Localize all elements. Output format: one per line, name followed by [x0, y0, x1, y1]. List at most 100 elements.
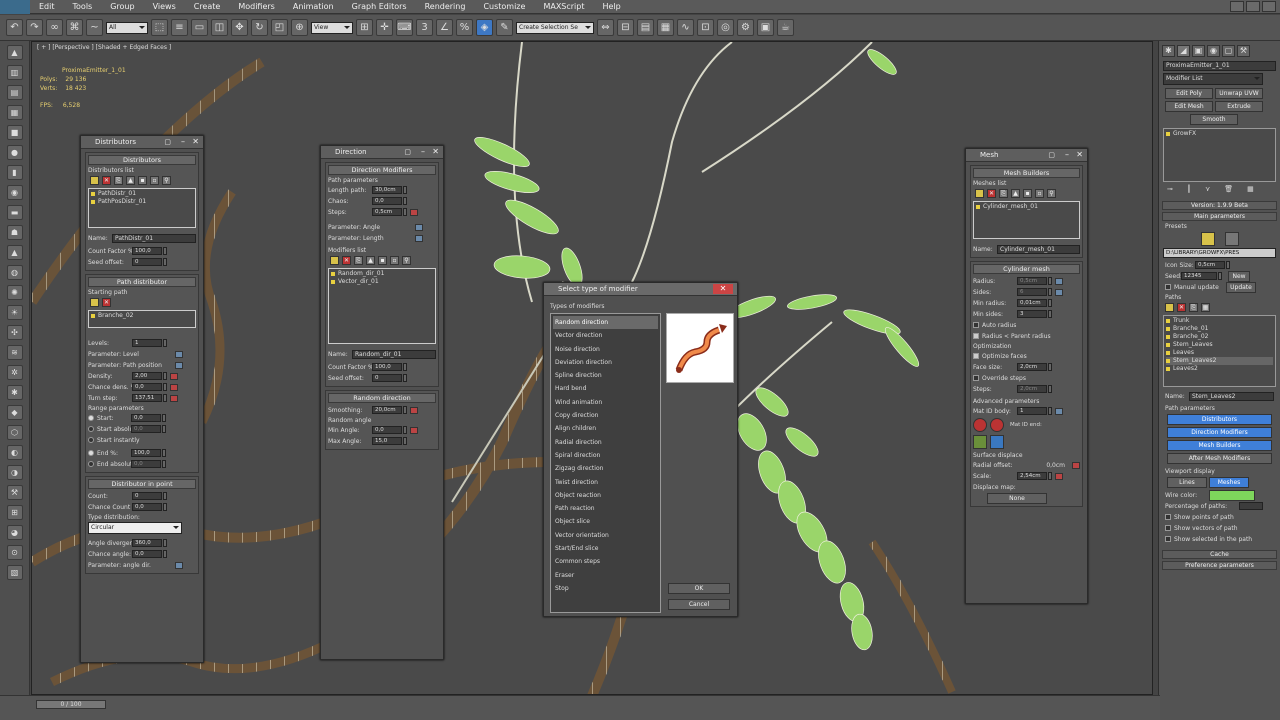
- curve-graph-icon[interactable]: [170, 372, 178, 380]
- menu-create[interactable]: Create: [185, 2, 230, 11]
- make-unique-icon[interactable]: ⋎: [1205, 185, 1210, 193]
- snap-toggle-icon[interactable]: 3: [416, 19, 433, 36]
- angle-divergence-spinner[interactable]: 360,0: [132, 539, 162, 547]
- add-path-icon[interactable]: [1165, 303, 1174, 312]
- curve-graph-icon[interactable]: [170, 383, 178, 391]
- utilities-tab-icon[interactable]: ⚒: [1237, 45, 1250, 57]
- modifier-type-option[interactable]: Align children: [553, 422, 658, 435]
- display-icon[interactable]: ◑: [6, 465, 23, 480]
- create-cone-icon[interactable]: ▲: [6, 245, 23, 260]
- distributors-list[interactable]: PathDistr_01 PathPosDistr_01: [88, 188, 196, 228]
- options-icon[interactable]: ⚲: [402, 256, 411, 265]
- app-logo-icon[interactable]: [0, 0, 30, 14]
- displace-map-button[interactable]: None: [987, 492, 1047, 504]
- spinner-arrows[interactable]: [163, 539, 167, 547]
- spinner-arrows[interactable]: [1048, 385, 1052, 393]
- close-icon[interactable]: ✕: [192, 137, 199, 147]
- maximize-icon[interactable]: ▢: [404, 147, 411, 157]
- open-explorer-icon[interactable]: ▥: [6, 65, 23, 80]
- path-list-item[interactable]: Branche_01: [1166, 325, 1273, 333]
- reference-coordinate-dropdown[interactable]: View: [311, 21, 353, 34]
- edit-mesh-button[interactable]: Edit Mesh: [1165, 101, 1213, 112]
- paths-list[interactable]: Trunk Branche_01 Branche_02 Stem_Leaves Leav…: [1163, 315, 1276, 387]
- end-absolute-spinner[interactable]: 0,0: [131, 460, 161, 468]
- options-icon[interactable]: ⚲: [162, 176, 171, 185]
- material-apple-icon[interactable]: [990, 418, 1004, 432]
- rollout-header[interactable]: Path distributor: [88, 277, 196, 287]
- spinner-arrows[interactable]: [163, 247, 167, 255]
- stack-item-growfx[interactable]: GrowFX: [1166, 130, 1273, 138]
- percentage-spinner[interactable]: [1239, 502, 1263, 510]
- spinner-arrows[interactable]: [1048, 407, 1052, 415]
- chaos-spinner[interactable]: 0,0: [372, 197, 402, 205]
- spinner-arrows[interactable]: [162, 425, 166, 433]
- chance-angle-spinner[interactable]: 0,0: [132, 550, 162, 558]
- add-icon[interactable]: [975, 189, 984, 198]
- menu-tools[interactable]: Tools: [64, 2, 102, 11]
- list-item[interactable]: Random_dir_01: [331, 270, 433, 278]
- spinner-arrows[interactable]: [163, 372, 167, 380]
- scene-explorer-icon[interactable]: ▤: [6, 85, 23, 100]
- dialog-title-bar[interactable]: Select type of modifier ✕: [544, 283, 737, 296]
- copy-path-icon[interactable]: ⎘: [1189, 303, 1198, 312]
- delete-icon[interactable]: ✕: [987, 189, 996, 198]
- path-options-icon[interactable]: ▦: [1201, 303, 1210, 312]
- seed-spinner[interactable]: 12345: [1181, 272, 1217, 280]
- curve-graph-icon[interactable]: [410, 208, 418, 216]
- modifier-type-option[interactable]: Path reaction: [553, 502, 658, 515]
- spinner-arrows[interactable]: [162, 460, 166, 468]
- preset-path-field[interactable]: D:\LIBRARY\GROWFX\PRES: [1163, 248, 1276, 258]
- rollout-header[interactable]: Distributor in point: [88, 479, 196, 489]
- spinner-arrows[interactable]: [1218, 272, 1222, 280]
- display-tab-icon[interactable]: ▢: [1222, 45, 1235, 57]
- modifier-type-option[interactable]: Start/End slice: [553, 542, 658, 555]
- list-item[interactable]: PathPosDistr_01: [91, 198, 193, 206]
- close-icon[interactable]: ✕: [432, 147, 439, 157]
- list-item[interactable]: Branche_02: [91, 312, 193, 320]
- move-up-icon[interactable]: ▲: [126, 176, 135, 185]
- pivot-center-icon[interactable]: ⊞: [356, 19, 373, 36]
- start-radio[interactable]: [88, 415, 94, 421]
- modify-tab-icon[interactable]: ◢: [1177, 45, 1190, 57]
- meshes-list[interactable]: Cylinder_mesh_01: [973, 201, 1080, 239]
- spinner-arrows[interactable]: [1048, 288, 1052, 296]
- modifier-type-option[interactable]: Common steps: [553, 555, 658, 568]
- show-selected-checkbox[interactable]: [1165, 536, 1171, 542]
- mirror-icon[interactable]: ⇔: [597, 19, 614, 36]
- modifier-type-option[interactable]: Vector orientation: [553, 529, 658, 542]
- spinner-arrows[interactable]: [163, 492, 167, 500]
- density-spinner[interactable]: 2,00: [132, 372, 162, 380]
- spinner-arrows[interactable]: [1048, 472, 1052, 480]
- select-object-icon[interactable]: ⬚: [151, 19, 168, 36]
- helper-icon[interactable]: ✣: [6, 325, 23, 340]
- percent-snap-icon[interactable]: %: [456, 19, 473, 36]
- path-list-item[interactable]: Trunk: [1166, 317, 1273, 325]
- curve-graph-icon[interactable]: [415, 223, 423, 231]
- direction-window-title[interactable]: Direction ▢ – ✕: [321, 146, 443, 159]
- auto-radius-checkbox[interactable]: [973, 322, 979, 328]
- distributors-window-title[interactable]: Distributors ▢ – ✕: [81, 136, 203, 149]
- spinner-arrows[interactable]: [403, 426, 407, 434]
- rect-selection-icon[interactable]: ▭: [191, 19, 208, 36]
- remove-path-icon[interactable]: ✕: [102, 298, 111, 307]
- maximize-icon[interactable]: ▢: [1048, 150, 1055, 160]
- spinner-arrows[interactable]: [163, 383, 167, 391]
- curve-graph-icon[interactable]: [410, 406, 418, 414]
- modifier-type-option[interactable]: Spiral direction: [553, 449, 658, 462]
- menu-modifiers[interactable]: Modifiers: [229, 2, 284, 11]
- smoothing-spinner[interactable]: 20,0cm: [372, 406, 402, 414]
- end-radio[interactable]: [88, 450, 94, 456]
- curve-graph-icon[interactable]: [175, 350, 183, 358]
- rotate-icon[interactable]: ↻: [251, 19, 268, 36]
- unwrap-uvw-button[interactable]: Unwrap UVW: [1215, 88, 1263, 99]
- spinner-arrows[interactable]: [403, 197, 407, 205]
- steps-spinner[interactable]: 2,0cm: [1017, 385, 1047, 393]
- container-icon[interactable]: ▲: [6, 45, 23, 60]
- layer-manager-icon[interactable]: ▤: [637, 19, 654, 36]
- modifier-type-option[interactable]: Noise direction: [553, 343, 658, 356]
- levels-spinner[interactable]: 1: [132, 339, 162, 347]
- system-icon[interactable]: ✲: [6, 365, 23, 380]
- starting-path-list[interactable]: Branche_02: [88, 310, 196, 328]
- min-angle-spinner[interactable]: 0,0: [372, 426, 402, 434]
- add-icon[interactable]: [330, 256, 339, 265]
